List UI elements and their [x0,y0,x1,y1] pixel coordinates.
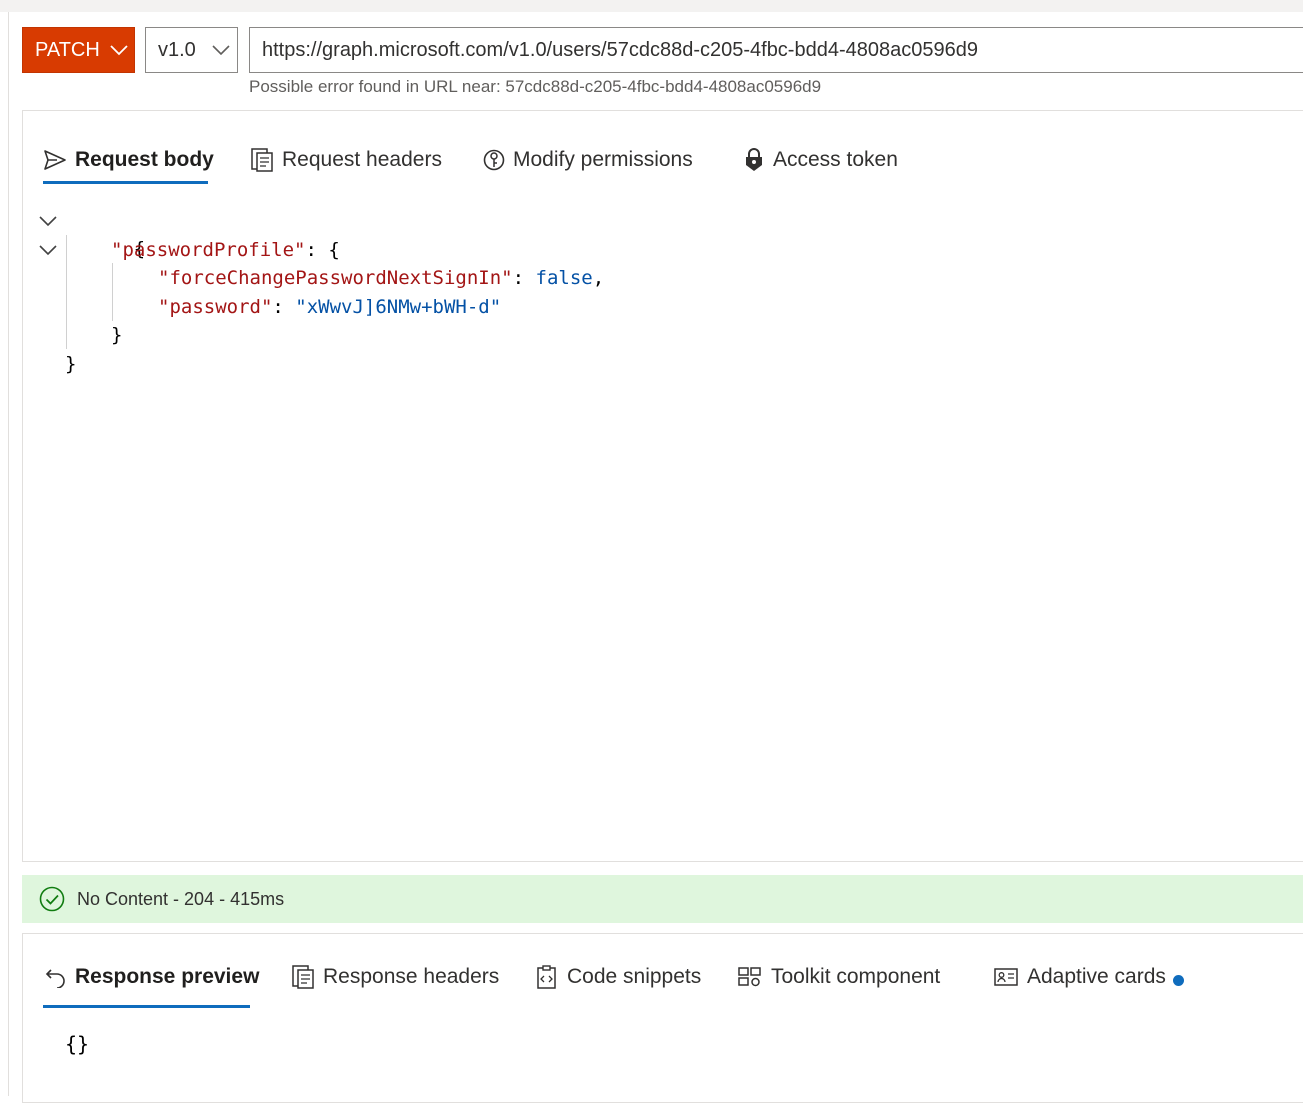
top-strip [0,0,1303,12]
tab-label: Response headers [323,965,500,988]
tab-response-preview[interactable]: Response preview [45,952,259,1002]
version-label: v1.0 [158,38,196,61]
status-bar: No Content - 204 - 415ms [22,875,1303,923]
code-line: "password": "xWwvJ]6NMw+bWH-d" [158,296,502,318]
clipboard-code-icon [535,964,559,990]
url-input[interactable] [249,27,1303,73]
request-body-editor[interactable]: { "passwordProfile": { "forceChangePassw… [23,203,1303,803]
code-line: } [111,324,123,346]
document-header-icon [291,964,315,990]
tab-access-token[interactable]: Access token [743,135,898,185]
response-body: {} [65,1032,90,1056]
key-lock-icon [483,147,505,173]
tab-modify-permissions[interactable]: Modify permissions [483,135,693,185]
lock-shield-icon [743,147,765,173]
code-line: } [65,353,77,375]
tab-label: Request body [75,148,214,171]
status-text: No Content - 204 - 415ms [77,888,285,909]
check-circle-icon [39,886,65,912]
tab-request-headers[interactable]: Request headers [250,135,442,185]
indent-guide [112,263,113,321]
fold-chevron-icon[interactable] [37,239,59,261]
http-method-dropdown[interactable]: PATCH [22,27,135,73]
tab-label: Request headers [282,148,442,171]
left-divider [8,12,9,1096]
fold-chevron-icon[interactable] [37,210,59,232]
notification-dot [1173,975,1184,986]
active-tab-indicator [43,1005,250,1008]
tab-adaptive-cards[interactable]: Adaptive cards [993,952,1166,1002]
tab-request-body[interactable]: Request body [43,135,214,185]
tab-label: Toolkit component [771,965,941,988]
send-icon [43,149,67,171]
tab-code-snippets[interactable]: Code snippets [535,952,701,1002]
version-dropdown[interactable]: v1.0 [145,27,238,73]
tab-label: Response preview [75,965,260,988]
url-error-message: Possible error found in URL near: 57cdc8… [249,77,822,96]
code-line: { [133,238,146,260]
document-header-icon [250,147,274,173]
request-panel: Request body Request headers Modify perm… [22,110,1303,862]
tab-toolkit-component[interactable]: Toolkit component [737,952,940,1002]
code-line: "passwordProfile": { [111,239,340,261]
undo-arrow-icon [45,966,67,988]
tab-label: Adaptive cards [1027,965,1166,988]
toolkit-icon [737,965,763,989]
response-panel: Response preview Response headers Code s… [22,933,1303,1103]
active-tab-indicator [43,181,208,184]
code-line: "forceChangePasswordNextSignIn": false, [158,267,605,289]
tab-label: Modify permissions [513,148,693,171]
chevron-down-icon [212,44,230,56]
request-tabs: Request body Request headers Modify perm… [23,111,1303,191]
http-method-label: PATCH [35,38,100,61]
tab-label: Code snippets [567,965,702,988]
chevron-down-icon [110,44,128,56]
tab-response-headers[interactable]: Response headers [291,952,499,1002]
contact-card-icon [993,966,1019,988]
tab-label: Access token [773,148,898,171]
